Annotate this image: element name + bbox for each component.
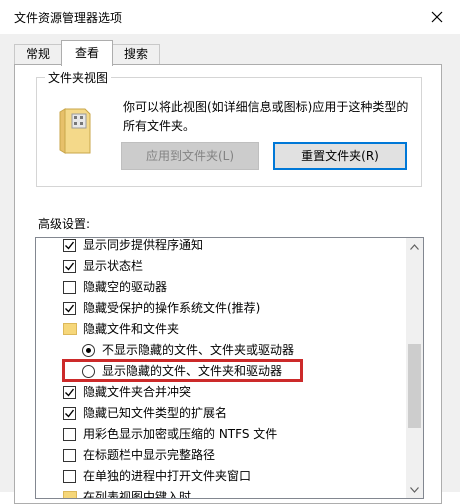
setting-label: 在标题栏中显示完整路径	[83, 448, 216, 462]
scroll-down-button[interactable]	[406, 481, 423, 498]
checkmark-icon	[65, 409, 74, 418]
folder-views-group: 文件夹视图 你可以将此视图(如详细信息或图标)应用于这种类型的所有文件夹。 应用…	[36, 69, 422, 187]
tab-view[interactable]: 查看	[61, 40, 113, 66]
folder-icon	[63, 491, 77, 498]
setting-label: 在单独的进程中打开文件夹窗口	[83, 469, 252, 483]
setting-show-hidden[interactable]: 显示隐藏的文件、文件夹和驱动器	[36, 361, 407, 382]
checkbox[interactable]	[63, 260, 76, 273]
checkbox[interactable]	[63, 470, 76, 483]
window-title: 文件资源管理器选项	[14, 11, 123, 25]
setting-label: 隐藏空的驱动器	[83, 280, 168, 294]
setting-label: 显示同步提供程序通知	[83, 238, 204, 252]
setting-show-status-bar[interactable]: 显示状态栏	[36, 256, 407, 277]
apply-to-folders-button[interactable]: 应用到文件夹(L)	[121, 142, 259, 170]
setting-hide-extensions[interactable]: 隐藏已知文件类型的扩展名	[36, 403, 407, 424]
chevron-up-icon	[410, 243, 419, 250]
checkbox[interactable]	[63, 407, 76, 420]
folder-views-legend: 文件夹视图	[45, 69, 112, 86]
checkmark-icon	[65, 388, 74, 397]
setting-label: 隐藏文件夹合并冲突	[83, 385, 192, 399]
setting-label: 显示隐藏的文件、文件夹和驱动器	[102, 364, 283, 378]
close-button[interactable]	[414, 0, 460, 34]
checkbox[interactable]	[63, 302, 76, 315]
dialog-body: 常规 查看 搜索 文件夹视图 你可以将此视图(如详细信息或图标)应用于这种类型的…	[0, 34, 460, 504]
setting-hide-merge-conflicts[interactable]: 隐藏文件夹合并冲突	[36, 382, 407, 403]
setting-group-list-typing: 在列表视图中键入时	[36, 487, 407, 499]
checkbox[interactable]	[63, 449, 76, 462]
advanced-settings-label: 高级设置:	[38, 217, 91, 231]
setting-group-label: 隐藏文件和文件夹	[83, 322, 180, 336]
setting-group-label: 在列表视图中键入时	[83, 490, 192, 499]
setting-full-path-title[interactable]: 在标题栏中显示完整路径	[36, 445, 407, 466]
radio-button[interactable]	[82, 365, 95, 378]
close-icon	[431, 11, 443, 23]
setting-group-hidden-files: 隐藏文件和文件夹	[36, 319, 407, 340]
reset-folders-button[interactable]: 重置文件夹(R)	[273, 142, 407, 170]
radio-button[interactable]	[82, 344, 95, 357]
setting-color-ntfs[interactable]: 用彩色显示加密或压缩的 NTFS 文件	[36, 424, 407, 445]
setting-label: 隐藏受保护的操作系统文件(推荐)	[83, 301, 261, 315]
advanced-settings-list[interactable]: 显示同步提供程序通知 显示状态栏 隐藏空的驱动器 隐藏受保护的操作系统文件(推荐…	[35, 237, 424, 499]
setting-label: 显示状态栏	[83, 259, 144, 273]
setting-hide-protected-os-files[interactable]: 隐藏受保护的操作系统文件(推荐)	[36, 298, 407, 319]
folder-views-description: 你可以将此视图(如详细信息或图标)应用于这种类型的所有文件夹。	[123, 100, 409, 133]
vertical-scrollbar[interactable]	[406, 238, 423, 498]
folder-icon	[63, 323, 77, 335]
setting-label: 用彩色显示加密或压缩的 NTFS 文件	[83, 427, 278, 441]
checkbox[interactable]	[63, 428, 76, 441]
setting-separate-process[interactable]: 在单独的进程中打开文件夹窗口	[36, 466, 407, 487]
tab-panel-view: 文件夹视图 你可以将此视图(如详细信息或图标)应用于这种类型的所有文件夹。 应用…	[14, 64, 442, 504]
scroll-up-button[interactable]	[406, 238, 423, 255]
checkmark-icon	[65, 304, 74, 313]
setting-show-sync-notifications[interactable]: 显示同步提供程序通知	[36, 238, 407, 256]
folder-view-icon	[59, 108, 91, 154]
setting-label: 隐藏已知文件类型的扩展名	[83, 406, 228, 420]
checkmark-icon	[65, 241, 74, 250]
setting-dont-show-hidden[interactable]: 不显示隐藏的文件、文件夹或驱动器	[36, 340, 407, 361]
checkbox[interactable]	[63, 281, 76, 294]
title-bar: 文件资源管理器选项	[0, 0, 460, 34]
checkbox[interactable]	[63, 239, 76, 252]
setting-hide-empty-drives[interactable]: 隐藏空的驱动器	[36, 277, 407, 298]
tab-search[interactable]: 搜索	[112, 44, 160, 65]
scroll-thumb[interactable]	[408, 344, 421, 428]
setting-label: 不显示隐藏的文件、文件夹或驱动器	[102, 343, 295, 357]
checkbox[interactable]	[63, 386, 76, 399]
tab-general[interactable]: 常规	[14, 44, 62, 65]
checkmark-icon	[65, 262, 74, 271]
